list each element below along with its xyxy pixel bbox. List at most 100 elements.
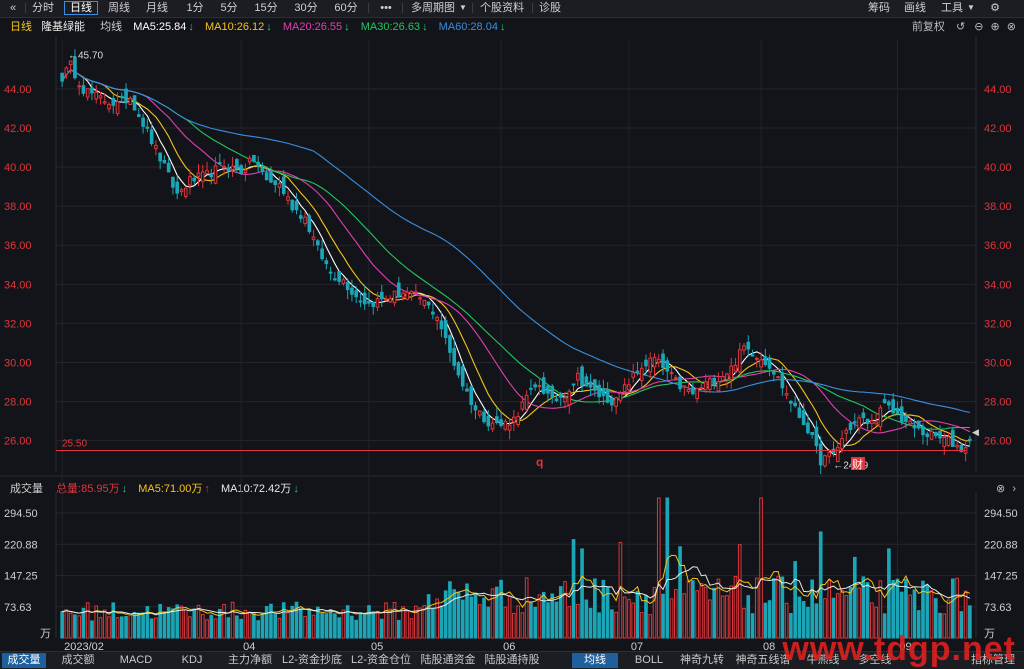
tab-kdj[interactable]: KDJ (170, 653, 214, 668)
volume-bar (656, 497, 661, 639)
price-tick-left: 44.00 (4, 84, 32, 96)
tab-turnover[interactable]: 成交额 (56, 653, 100, 668)
volume-bar (669, 598, 674, 639)
candle-body (712, 377, 716, 386)
volume-bar (610, 609, 614, 639)
volume-bar (554, 601, 559, 639)
ma10-line (61, 69, 970, 447)
tab-ma[interactable]: 均线 (572, 653, 618, 668)
candle-body (132, 95, 137, 111)
volume-bar (111, 602, 116, 639)
candle-body (618, 392, 623, 401)
candle-body (801, 410, 806, 426)
candle-body (448, 335, 452, 353)
volume-bar (405, 610, 410, 639)
volume-bar (763, 602, 768, 639)
volume-bar (235, 615, 239, 639)
candle-body (627, 384, 631, 391)
candle-body (443, 320, 448, 339)
volume-bar (179, 605, 184, 639)
candle-body (575, 372, 580, 381)
volume-bar (435, 598, 439, 639)
candle-body (196, 172, 201, 177)
candle-body (968, 438, 972, 441)
price-tick-right: 32.00 (984, 318, 1012, 330)
candle-body (81, 85, 86, 94)
candle-body (673, 376, 678, 379)
candle-body (878, 407, 883, 428)
candle-body (593, 379, 597, 391)
volume-bar (188, 616, 192, 639)
volume-bar (239, 618, 243, 639)
candle-body (482, 411, 486, 423)
candle-body (754, 357, 759, 360)
candle-body (951, 429, 955, 447)
volume-bar (469, 596, 474, 639)
candle-body (533, 384, 537, 388)
grid (0, 36, 1024, 638)
price-tick-right: 38.00 (984, 201, 1012, 213)
volume-tick-right: 73.63 (984, 602, 1012, 614)
volume-bar (209, 614, 214, 639)
volume-bar (192, 608, 197, 639)
volume-bar (60, 611, 64, 639)
volume-bar (392, 601, 397, 639)
tab-main-net[interactable]: 主力净额 (224, 653, 276, 668)
volume-bar (252, 613, 256, 639)
tab-l2-position[interactable]: L2-资金仓位 (348, 653, 414, 668)
volume-bar (580, 548, 584, 639)
volume-bar (384, 602, 388, 639)
tab-nine-turn[interactable]: 神奇九转 (676, 653, 728, 668)
candle-body (277, 183, 282, 188)
candle-body (341, 279, 346, 284)
volume-bar (119, 616, 124, 639)
volume-bar (333, 613, 337, 639)
candle-body (827, 452, 832, 457)
tab-hk-holding[interactable]: 陆股通持股 (482, 653, 542, 668)
candle-body (793, 402, 797, 407)
candle-body (128, 97, 133, 105)
candle-body (205, 170, 209, 175)
candle-body (588, 381, 593, 388)
tab-l2-bottom[interactable]: L2-资金抄底 (280, 653, 344, 668)
candle-body (720, 376, 725, 381)
candle-body (772, 371, 776, 375)
candle-body (316, 240, 320, 246)
candle-body (644, 359, 648, 367)
candle-body (865, 418, 870, 425)
candle-body (946, 436, 951, 446)
candle-body (874, 421, 878, 425)
tab-volume[interactable]: 成交量 (2, 653, 46, 668)
volume-tick-right: 220.88 (984, 539, 1018, 551)
tab-hk-flow[interactable]: 陆股通资金 (418, 653, 478, 668)
candle-body (780, 372, 785, 389)
volume-bar (303, 616, 307, 639)
candle-body (371, 302, 376, 308)
candle-body (290, 199, 295, 211)
tab-boll[interactable]: BOLL (626, 653, 672, 668)
volume-bar (456, 591, 461, 639)
volume-bar (162, 611, 167, 639)
volume-bar (409, 618, 414, 639)
candle-body (60, 72, 64, 82)
volume-bar (695, 590, 699, 639)
volume-bar (520, 612, 525, 639)
volume-bar (537, 594, 542, 639)
volume-bar (742, 607, 746, 639)
candle-body (307, 215, 312, 232)
candle-body (90, 87, 94, 94)
volume-bar (68, 612, 73, 639)
candle-body (810, 431, 815, 436)
candle-body (682, 385, 687, 388)
candle-body (414, 291, 418, 294)
price-tick-right: 34.00 (984, 279, 1012, 291)
price-tick-left: 42.00 (4, 123, 32, 135)
candle-body (418, 297, 422, 300)
volume-bar (243, 609, 248, 639)
candle-body (320, 248, 324, 260)
tab-macd[interactable]: MACD (114, 653, 158, 668)
candle-body (639, 367, 644, 382)
candle-body (691, 387, 695, 395)
volume-bar (388, 608, 393, 639)
candle-body (375, 298, 380, 308)
